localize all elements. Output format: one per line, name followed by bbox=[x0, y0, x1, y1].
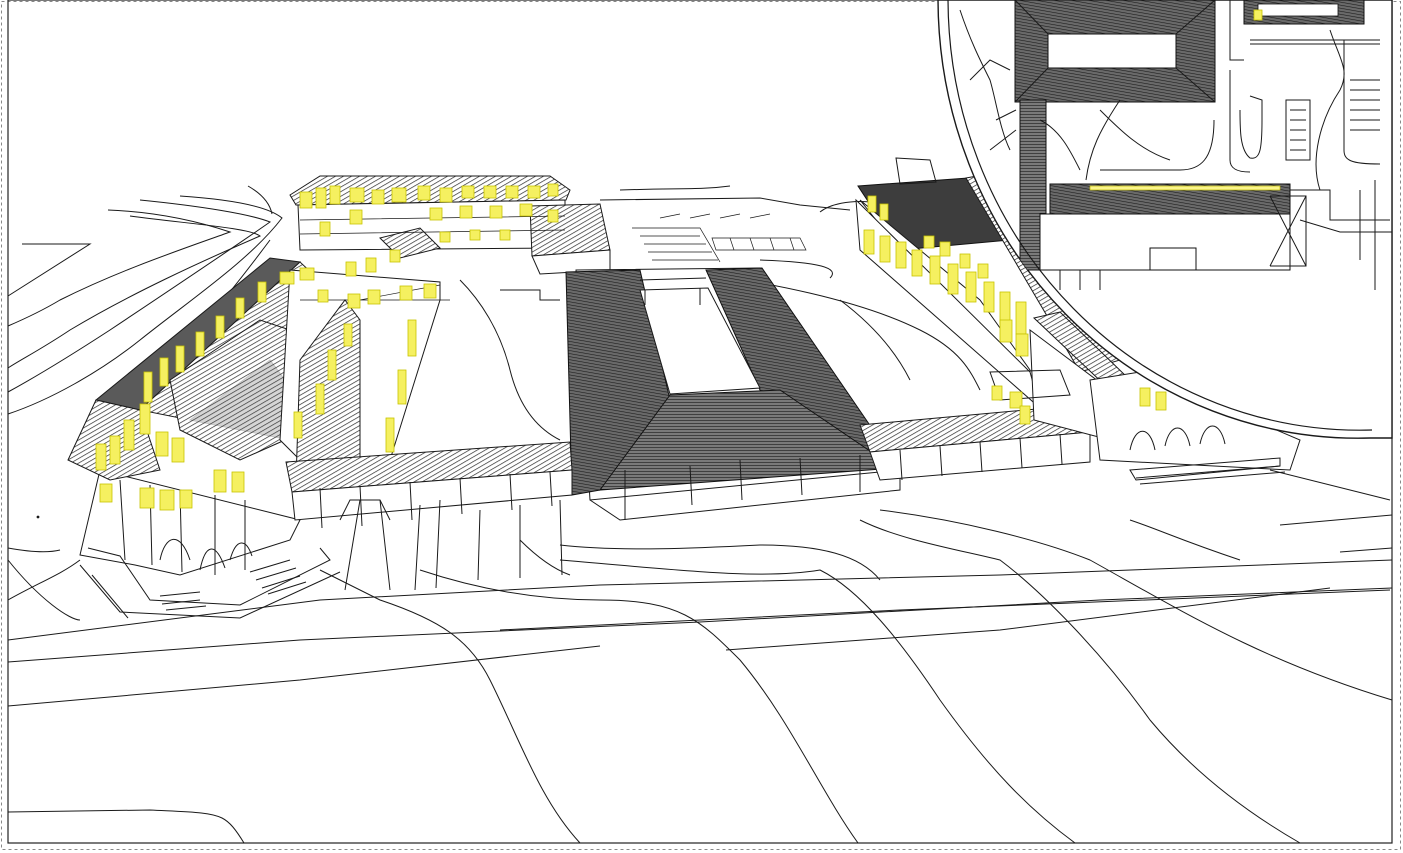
site-marker bbox=[36, 515, 40, 519]
west-building bbox=[67, 257, 450, 619]
north-building bbox=[289, 175, 611, 277]
parking-lot bbox=[632, 213, 807, 263]
drawing-sheet bbox=[0, 0, 1403, 853]
central-building bbox=[565, 267, 902, 521]
site-model-drawing bbox=[1, 0, 1401, 850]
